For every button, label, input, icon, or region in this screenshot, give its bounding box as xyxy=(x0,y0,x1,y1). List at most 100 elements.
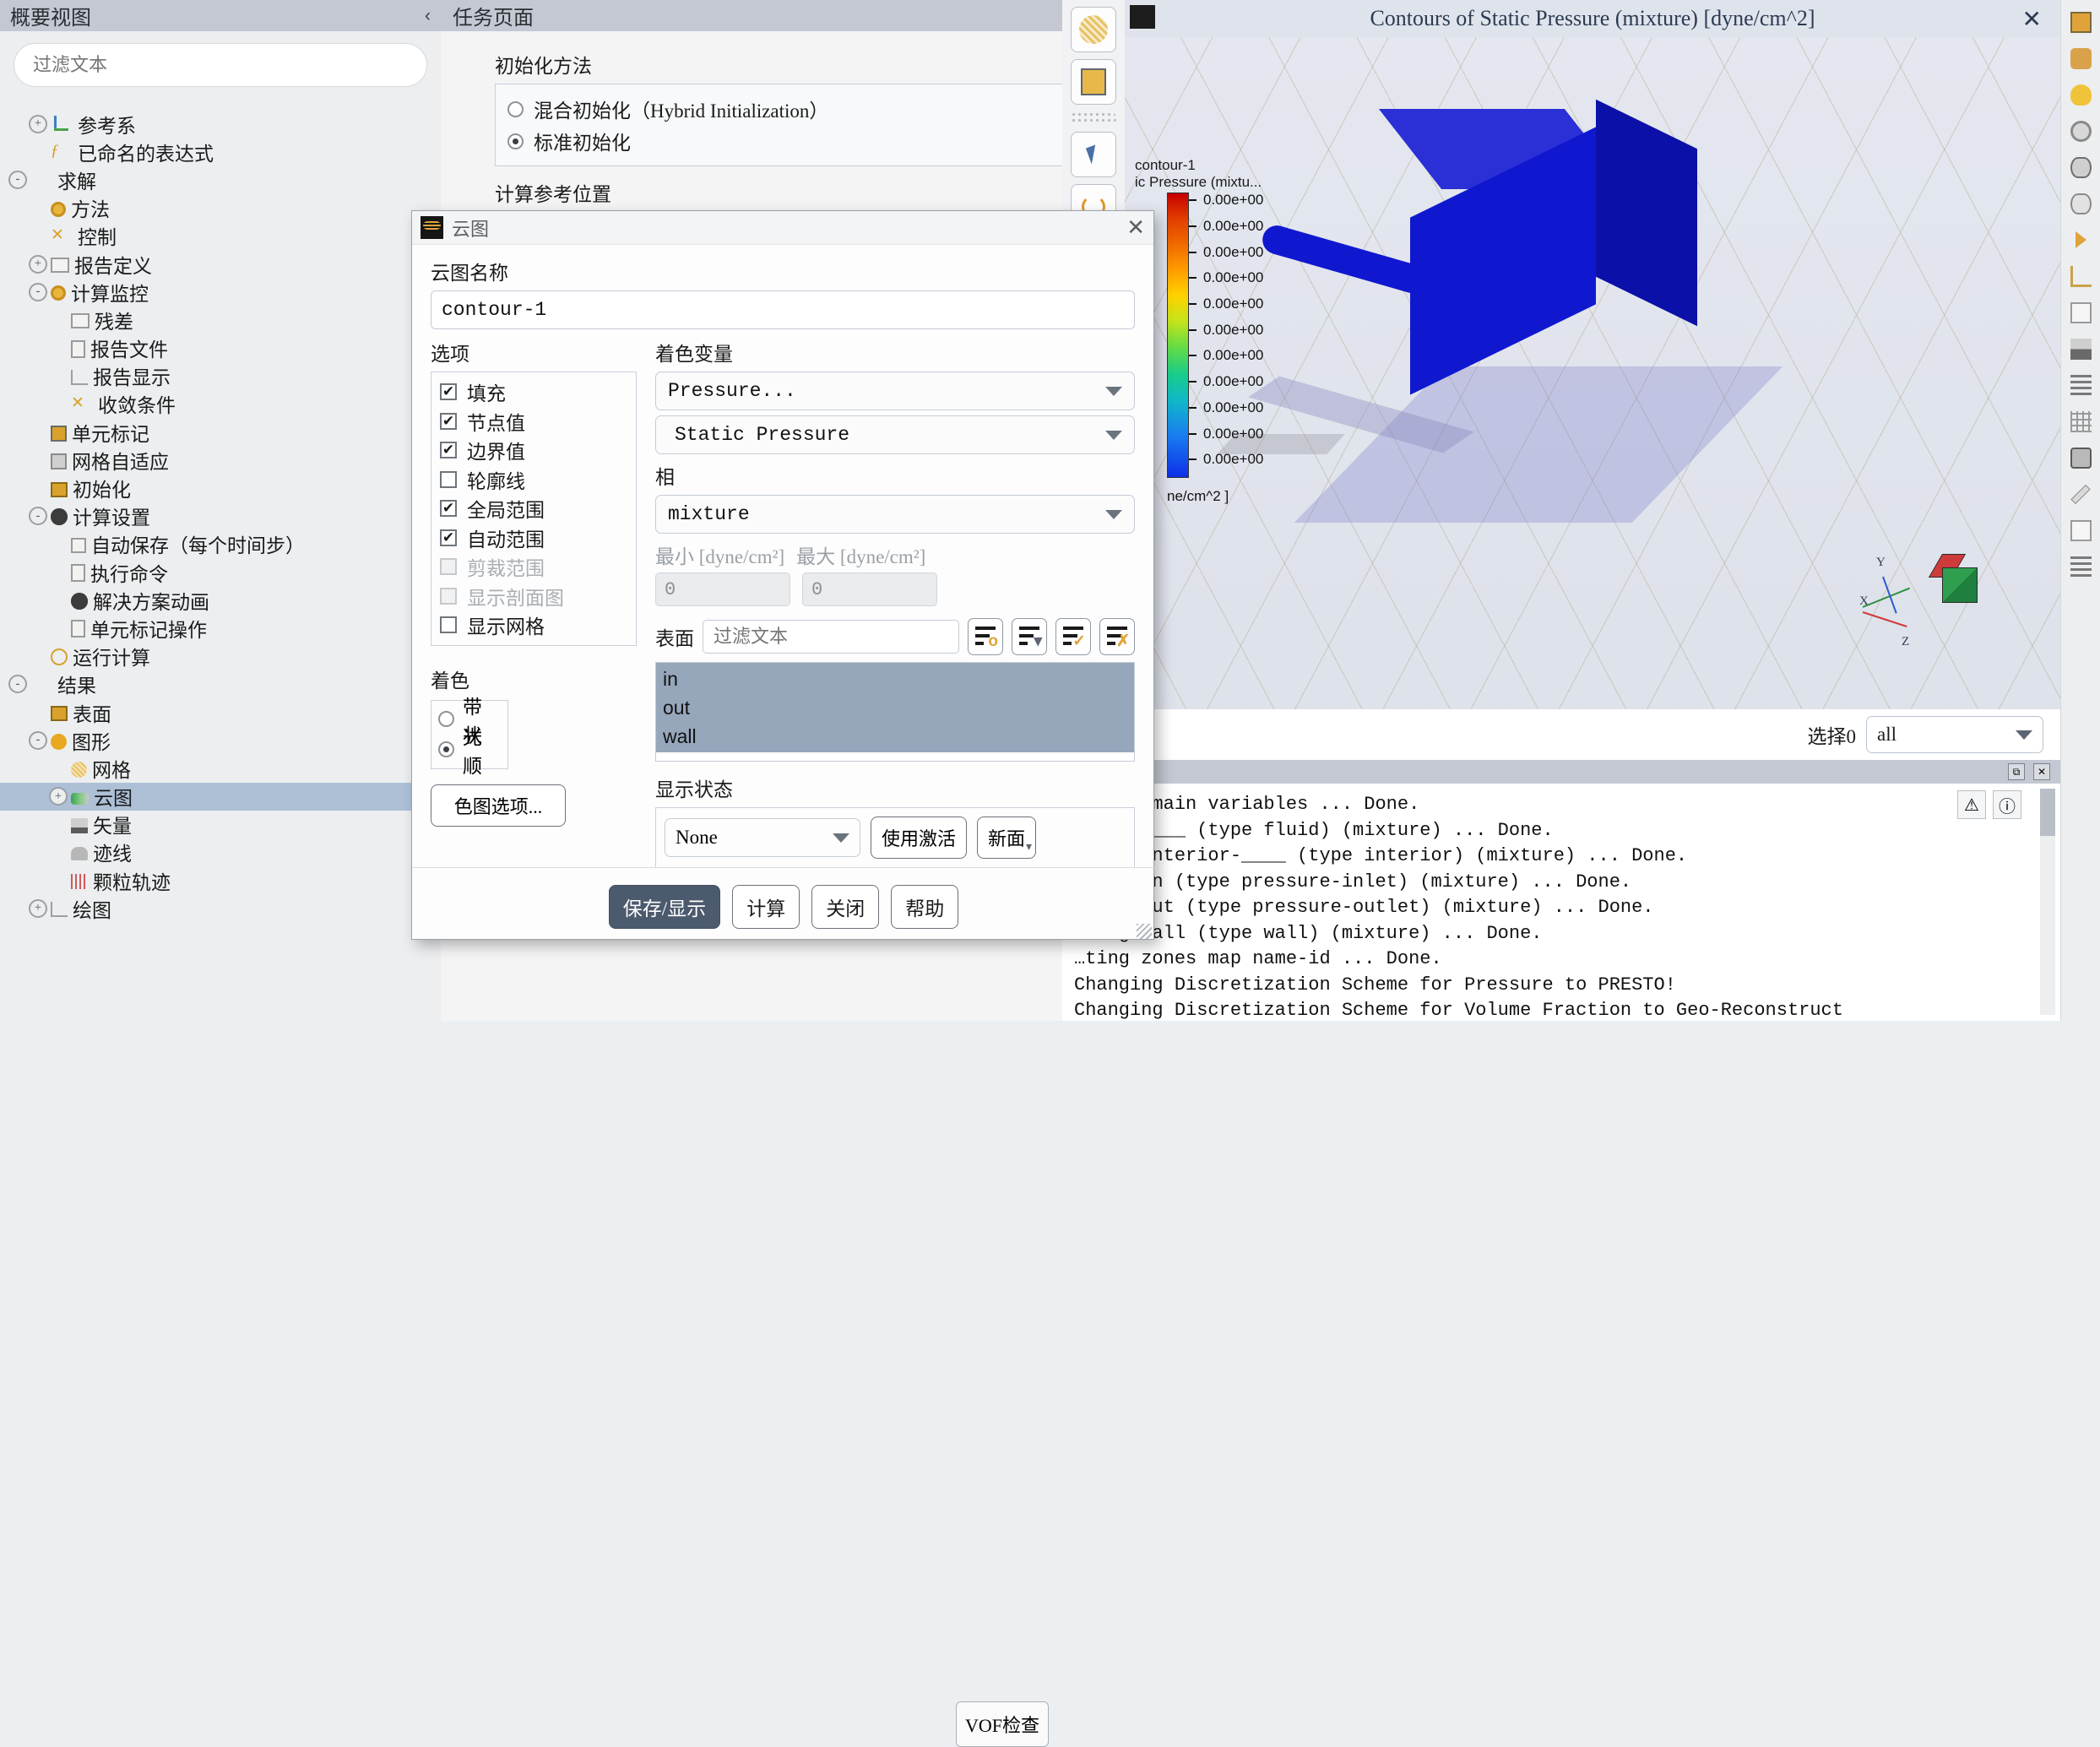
expand-icon[interactable]: + xyxy=(29,254,47,274)
selection-filter-combo[interactable]: all xyxy=(1866,716,2043,753)
tree-item-7[interactable]: 残差 xyxy=(0,306,422,334)
outline-tree[interactable]: + 参考系 ƒ 已命名的表达式 - 求解 方法 ✕ 控制 + 报告定义 - 计算监控 残差 报告文件 报告显示… xyxy=(0,110,422,1021)
dialog-button-2[interactable]: 关闭 xyxy=(811,885,880,929)
dots-handle-icon[interactable] xyxy=(1071,111,1116,125)
use-active-button[interactable]: 使用激活 xyxy=(871,817,968,859)
surfaces-filter-input[interactable] xyxy=(703,620,959,654)
dialog-button-1[interactable]: 计算 xyxy=(732,885,800,929)
layers-icon[interactable] xyxy=(2065,549,2097,584)
tree-item-18[interactable]: 单元标记操作 xyxy=(0,614,422,642)
tree-item-25[interactable]: 矢量 xyxy=(0,811,422,838)
tree-item-16[interactable]: 执行命令 xyxy=(0,558,422,586)
console-close-icon[interactable]: ✕ xyxy=(2033,763,2050,780)
match-surfaces-icon[interactable]: o xyxy=(968,618,1003,655)
surface-list-item[interactable]: out xyxy=(656,693,1134,722)
expand-icon[interactable]: + xyxy=(29,114,47,133)
coloring-option-smooth[interactable]: 光顺 xyxy=(438,727,501,777)
tree-item-19[interactable]: 运行计算 xyxy=(0,643,422,670)
color-by-sub-combo[interactable]: Static Pressure xyxy=(655,415,1135,454)
console-scrollbar[interactable] xyxy=(2040,789,2055,1015)
tree-item-6[interactable]: - 计算监控 xyxy=(0,278,422,306)
max-input[interactable] xyxy=(802,572,937,606)
tree-item-20[interactable]: - 结果 xyxy=(0,670,422,698)
tree-item-1[interactable]: ƒ 已命名的表达式 xyxy=(0,138,422,165)
outline-filter-input[interactable] xyxy=(14,43,427,87)
tree-item-10[interactable]: ✕ 收敛条件 xyxy=(0,390,422,418)
expand-icon[interactable]: + xyxy=(29,898,47,918)
hand-icon[interactable] xyxy=(2065,41,2097,76)
contour-name-input[interactable] xyxy=(431,290,1135,329)
tree-item-0[interactable]: + 参考系 xyxy=(0,110,422,138)
tree-item-23[interactable]: 网格 xyxy=(0,754,422,782)
info-icon[interactable]: ⓘ xyxy=(1993,790,2021,819)
option-checkbox-5[interactable]: ✔ 自动范围 xyxy=(440,524,627,553)
eye-hidden-icon[interactable] xyxy=(2065,186,2097,221)
curve-icon[interactable] xyxy=(2065,258,2097,294)
tree-item-27[interactable]: 颗粒轨迹 xyxy=(0,866,422,894)
warning-icon[interactable]: ⚠ xyxy=(1957,790,1986,819)
deselect-all-icon[interactable]: ✗ xyxy=(1099,618,1135,655)
option-checkbox-8[interactable]: 显示网格 xyxy=(440,610,627,640)
grid-icon[interactable] xyxy=(2065,404,2097,439)
tree-item-3[interactable]: 方法 xyxy=(0,194,422,222)
tree-item-14[interactable]: - 计算设置 xyxy=(0,502,422,530)
camera-icon[interactable] xyxy=(2065,440,2097,475)
option-checkbox-1[interactable]: ✔ 节点值 xyxy=(440,407,627,437)
viewport-close-icon[interactable]: ✕ xyxy=(2022,5,2042,34)
mesh-display-icon[interactable] xyxy=(1071,7,1116,52)
collapse-icon[interactable]: - xyxy=(8,170,27,189)
tree-item-11[interactable]: 单元标记 xyxy=(0,418,422,446)
graphics-viewport[interactable]: Contours of Static Pressure (mixture) [d… xyxy=(1125,0,2060,760)
select-all-icon[interactable]: ✓ xyxy=(1055,618,1091,655)
min-input[interactable] xyxy=(655,572,790,606)
dialog-button-0[interactable]: 保存/显示 xyxy=(608,885,721,929)
sun-icon[interactable] xyxy=(2065,113,2097,149)
doc-icon[interactable] xyxy=(2065,295,2097,330)
option-checkbox-3[interactable]: 轮廓线 xyxy=(440,465,627,495)
vof-check-button[interactable]: VOF检查 xyxy=(956,1701,1049,1747)
option-checkbox-4[interactable]: ✔ 全局范围 xyxy=(440,494,627,524)
bulb-icon[interactable] xyxy=(2065,77,2097,112)
arrow-icon[interactable] xyxy=(2065,222,2097,258)
tree-item-5[interactable]: + 报告定义 xyxy=(0,250,422,278)
panel-icon[interactable] xyxy=(2065,513,2097,548)
collapse-icon[interactable]: - xyxy=(29,282,47,301)
scroll-thumb[interactable] xyxy=(2040,789,2055,836)
book-icon[interactable] xyxy=(2065,4,2097,40)
collapse-icon[interactable]: - xyxy=(29,730,47,750)
tree-item-17[interactable]: 解决方案动画 xyxy=(0,586,422,614)
pointer-select-icon[interactable] xyxy=(1071,132,1116,177)
tree-item-2[interactable]: - 求解 xyxy=(0,165,422,193)
tree-item-24[interactable]: + 云图 xyxy=(0,782,422,811)
collapse-panel-icon[interactable]: ‹ xyxy=(425,6,431,26)
init-option-hybrid[interactable]: 混合初始化（Hybrid Initialization） xyxy=(507,93,1070,125)
tree-item-13[interactable]: 初始化 xyxy=(0,474,422,502)
collapse-icon[interactable]: - xyxy=(29,507,47,526)
tree-item-21[interactable]: 表面 xyxy=(0,698,422,726)
surfaces-list[interactable]: in out wall xyxy=(655,662,1135,762)
copy-view-icon[interactable] xyxy=(1071,59,1116,105)
option-checkbox-2[interactable]: ✔ 边界值 xyxy=(440,436,627,465)
eye-icon[interactable] xyxy=(2065,149,2097,185)
display-state-combo[interactable]: None xyxy=(665,818,860,857)
dialog-button-3[interactable]: 帮助 xyxy=(891,885,959,929)
colormap-options-button[interactable]: 色图选项... xyxy=(431,784,566,827)
tree-item-9[interactable]: 报告显示 xyxy=(0,362,422,390)
pen-icon[interactable] xyxy=(2065,476,2097,512)
tree-item-22[interactable]: - 图形 xyxy=(0,726,422,754)
contours-dialog[interactable]: 云图 ✕ 云图名称 选项 ✔ 填充 ✔ 节点值 ✔ 边界值轮廓线 ✔ 全局范围 ✔ 自动范围剪裁范… xyxy=(411,210,1155,940)
option-checkbox-0[interactable]: ✔ 填充 xyxy=(440,377,627,407)
select-filter-icon[interactable]: ▾ xyxy=(1012,618,1047,655)
dialog-close-icon[interactable]: ✕ xyxy=(1126,214,1145,241)
phase-combo[interactable]: mixture xyxy=(655,495,1135,534)
init-option-standard[interactable]: 标准初始化 xyxy=(507,125,1070,157)
collapse-icon[interactable]: - xyxy=(8,675,27,694)
tree-item-8[interactable]: 报告文件 xyxy=(0,334,422,362)
expand-icon[interactable]: + xyxy=(49,787,68,806)
color-by-combo[interactable]: Pressure... xyxy=(655,372,1135,410)
console-output[interactable]: …ing domain variables ... Done. …ting ___… xyxy=(1062,784,2060,1021)
tree-item-12[interactable]: 网格自适应 xyxy=(0,446,422,474)
dialog-resize-handle[interactable] xyxy=(1137,924,1152,939)
tree-item-28[interactable]: + 绘图 xyxy=(0,894,422,922)
viewport-canvas[interactable]: contour-1 ic Pressure (mixtu... 0.00e+00… xyxy=(1125,37,2060,760)
